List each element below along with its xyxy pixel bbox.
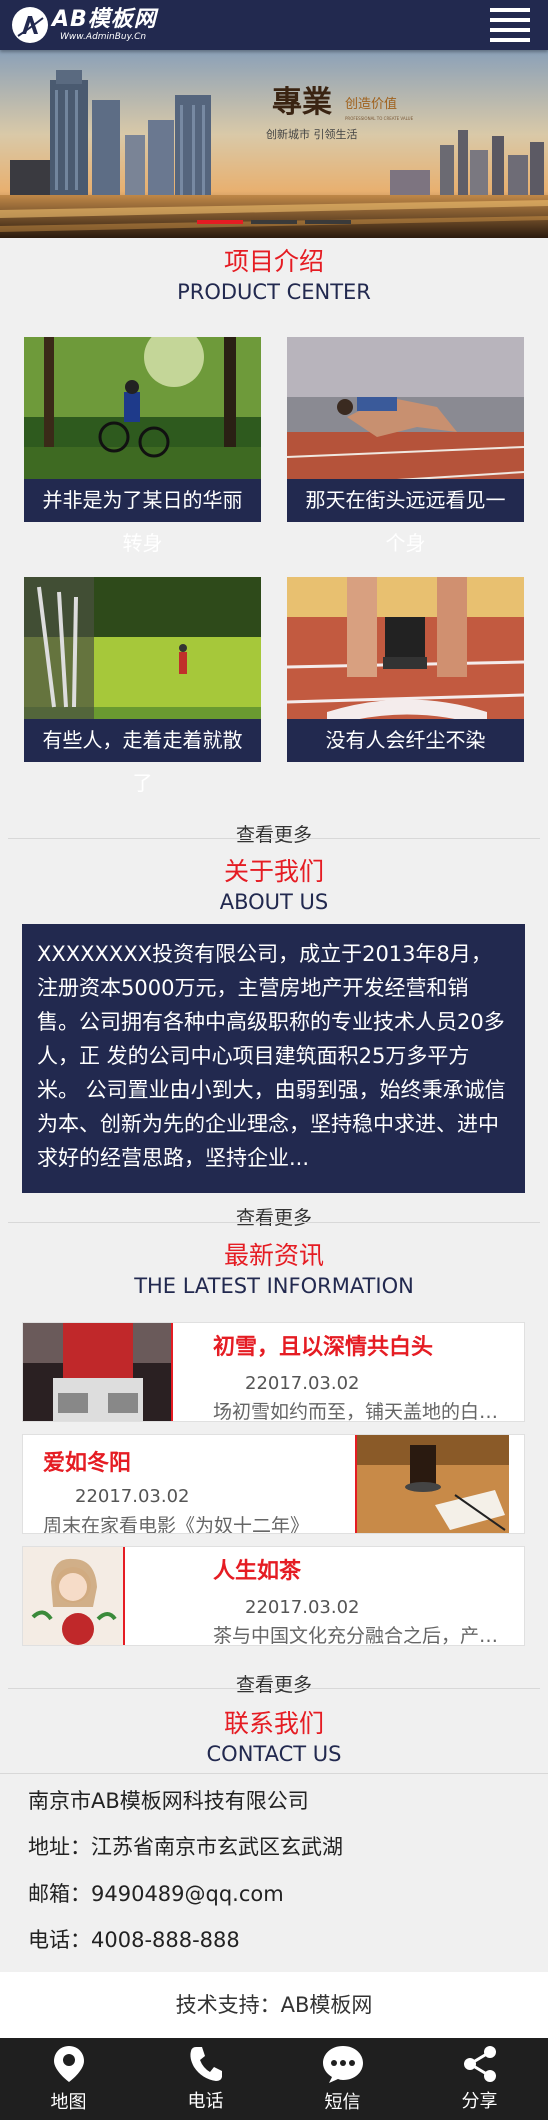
divider — [8, 1688, 540, 1689]
news-image-girl — [23, 1547, 125, 1645]
svg-text:PROFESSIONAL TO CREATE VALUE: PROFESSIONAL TO CREATE VALUE — [345, 116, 414, 121]
contact-company: 南京市AB模板网科技有限公司 — [28, 1789, 309, 1813]
nav-label: 地图 — [50, 2092, 87, 2113]
nav-map[interactable]: 地图 — [0, 2038, 137, 2120]
about-more-link[interactable]: 查看更多 — [0, 1205, 548, 1231]
logo-subtext: Www.AdminBuy.Cn — [60, 31, 147, 42]
product-caption-text: 并非是为了某日的华丽转身 — [42, 488, 243, 555]
product-card[interactable]: 并非是为了某日的华丽转身 — [24, 337, 261, 555]
product-caption-text: 那天在街头远远看见一个身 — [305, 488, 506, 555]
contact-phone[interactable]: 电话：4008-888-888 — [28, 1925, 240, 1955]
section-title-cn: 最新资讯 — [223, 1241, 324, 1270]
about-text-box: XXXXXXXX投资有限公司，成立于2013年8月，注册资本5000万元，主营房… — [22, 924, 525, 1193]
nav-share[interactable]: 分享 — [411, 2038, 548, 2120]
news-item[interactable]: 人生如茶 22017.03.02 茶与中国文化充分融合之后，产生了 — [22, 1546, 525, 1646]
divider — [0, 1773, 548, 1774]
share-icon — [463, 2046, 496, 2082]
product-caption: 那天在街头远远看见一个身 — [287, 479, 524, 555]
news-date: 22017.03.02 — [245, 1597, 360, 1618]
svg-text:创造价值: 创造价值 — [345, 96, 397, 112]
news-title[interactable]: 人生如茶 — [213, 1557, 301, 1587]
banner-dot[interactable] — [197, 220, 243, 224]
divider — [8, 1222, 540, 1223]
site-header: AB模板网 Www.AdminBuy.Cn — [0, 0, 548, 50]
news-desc: 茶与中国文化充分融合之后，产生了 — [213, 1625, 513, 1646]
product-card[interactable]: 有些人，走着走着就散了 — [24, 577, 261, 795]
svg-text:创新城市 引领生活: 创新城市 引领生活 — [266, 127, 358, 141]
hero-banner[interactable]: 專業 创造价值 PROFESSIONAL TO CREATE VALUE 创新城… — [0, 50, 548, 238]
section-title-cn: 联系我们 — [223, 1709, 324, 1738]
section-title-cn: 关于我们 — [223, 857, 324, 886]
product-caption-text: 有些人，走着走着就散了 — [42, 728, 243, 795]
news-desc: 场初雪如约而至，铺天盖地的白色覆盖 — [213, 1401, 513, 1422]
product-caption: 没有人会纤尘不染 — [287, 719, 524, 762]
products-more-link[interactable]: 查看更多 — [0, 822, 548, 848]
banner-pagination — [0, 220, 548, 224]
news-image-coffee — [355, 1435, 509, 1533]
section-title-en: CONTACT US — [206, 1742, 342, 1766]
banner-city-image: 專業 创造价值 PROFESSIONAL TO CREATE VALUE 创新城… — [0, 50, 548, 238]
product-caption: 并非是为了某日的华丽转身 — [24, 479, 261, 555]
ab-logo-icon — [12, 7, 48, 43]
tech-support-footer: 技术支持：AB模板网 — [0, 1972, 548, 2038]
nav-phone[interactable]: 电话 — [137, 2038, 274, 2120]
banner-dot[interactable] — [305, 220, 351, 224]
nav-label: 短信 — [324, 2092, 361, 2113]
bottom-nav: 地图 电话 短信 分享 — [0, 2038, 548, 2120]
product-card[interactable]: 那天在街头远远看见一个身 — [287, 337, 524, 555]
divider — [8, 838, 540, 839]
product-caption-text: 没有人会纤尘不染 — [325, 728, 486, 752]
news-image-scarf — [23, 1323, 173, 1421]
section-title-cn: 项目介绍 — [223, 247, 324, 276]
logo-text: AB模板网 — [52, 6, 157, 32]
nav-label: 电话 — [187, 2091, 224, 2112]
contact-address: 地址：江苏省南京市玄武区玄武湖 — [28, 1835, 343, 1859]
news-title[interactable]: 初雪，且以深情共白头 — [213, 1333, 433, 1363]
banner-dot[interactable] — [251, 220, 297, 224]
site-logo[interactable]: AB模板网 Www.AdminBuy.Cn — [12, 6, 157, 44]
sms-chat-icon — [322, 2046, 363, 2083]
phone-icon — [189, 2047, 222, 2081]
about-text: XXXXXXXX投资有限公司，成立于2013年8月，注册资本5000万元，主营房… — [37, 942, 506, 1170]
hamburger-menu-icon[interactable] — [490, 8, 530, 42]
news-more-link[interactable]: 查看更多 — [0, 1672, 548, 1698]
product-card[interactable]: 没有人会纤尘不染 — [287, 577, 524, 762]
news-item[interactable]: 初雪，且以深情共白头 22017.03.02 场初雪如约而至，铺天盖地的白色覆盖 — [22, 1322, 525, 1422]
news-date: 22017.03.02 — [75, 1486, 190, 1507]
about-section-title: 关于我们 ABOUT US — [0, 856, 548, 916]
nav-label: 分享 — [461, 2091, 498, 2112]
nav-sms[interactable]: 短信 — [274, 2038, 411, 2120]
svg-text:專業: 專業 — [272, 85, 332, 120]
news-item[interactable]: 爱如冬阳 22017.03.02 周末在家看电影《为奴十二年》 — [22, 1434, 525, 1534]
news-title[interactable]: 爱如冬阳 — [43, 1449, 131, 1479]
products-section-title: 项目介绍 PRODUCT CENTER — [0, 246, 548, 306]
news-desc: 周末在家看电影《为奴十二年》 — [43, 1515, 310, 1534]
map-pin-icon — [53, 2046, 84, 2082]
section-title-en: PRODUCT CENTER — [177, 280, 371, 304]
product-caption: 有些人，走着走着就散了 — [24, 719, 261, 795]
news-section-title: 最新资讯 THE LATEST INFORMATION — [0, 1240, 548, 1300]
section-title-en: THE LATEST INFORMATION — [134, 1274, 414, 1298]
news-date: 22017.03.02 — [245, 1373, 360, 1394]
contact-email[interactable]: 邮箱：9490489@qq.com — [28, 1879, 284, 1909]
section-title-en: ABOUT US — [219, 890, 329, 914]
contact-section-title: 联系我们 CONTACT US — [0, 1708, 548, 1768]
